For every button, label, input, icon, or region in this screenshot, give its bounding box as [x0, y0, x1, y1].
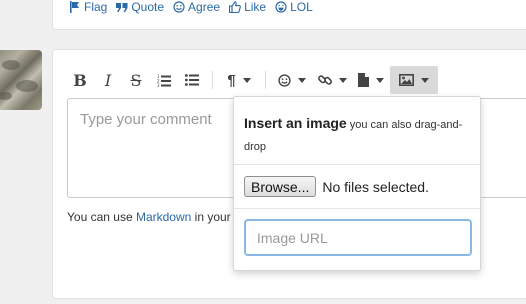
paragraph-dropdown[interactable]: ¶ — [219, 66, 259, 94]
emoji-dropdown[interactable] — [272, 66, 312, 94]
flag-label: Flag — [84, 0, 108, 14]
editor-toolbar: B I S 123 ¶ — [66, 66, 438, 94]
popup-header: Insert an image you can also drag-and-dr… — [244, 112, 472, 158]
image-icon — [399, 74, 414, 86]
bullet-list-icon — [185, 74, 199, 86]
file-icon — [358, 73, 369, 87]
file-dropdown[interactable] — [352, 66, 390, 94]
lol-label: LOL — [290, 0, 313, 14]
image-dropdown[interactable] — [390, 66, 438, 94]
divider — [234, 164, 480, 165]
flag-button[interactable]: Flag — [69, 0, 107, 14]
quote-icon — [116, 3, 128, 12]
chevron-down-icon — [298, 77, 306, 83]
markdown-note-prefix: You can use — [67, 210, 136, 224]
chevron-down-icon — [338, 77, 347, 83]
lol-button[interactable]: LOL — [275, 0, 313, 14]
paragraph-icon: ¶ — [227, 71, 236, 89]
italic-button[interactable]: I — [94, 66, 122, 94]
laugh-icon — [275, 1, 287, 13]
chevron-down-icon — [376, 77, 384, 83]
link-icon — [317, 75, 332, 85]
toolbar-divider — [212, 71, 213, 89]
image-url-input[interactable] — [244, 219, 472, 256]
popup-title: Insert an image — [244, 115, 347, 131]
numbered-list-icon: 123 — [157, 74, 171, 87]
flag-icon — [70, 1, 79, 13]
chevron-down-icon — [421, 77, 429, 83]
insert-image-popup: Insert an image you can also drag-and-dr… — [233, 96, 481, 271]
link-dropdown[interactable] — [312, 66, 352, 94]
thumbs-up-icon — [229, 1, 241, 13]
bold-button[interactable]: B — [66, 66, 94, 94]
smile-icon — [173, 1, 185, 13]
markdown-note: You can use Markdown in your p — [67, 210, 241, 224]
markdown-link[interactable]: Markdown — [136, 210, 191, 224]
quote-button[interactable]: Quote — [116, 0, 164, 14]
reaction-bar: Flag Quote Agree Like LOL — [69, 0, 322, 14]
avatar — [0, 50, 42, 110]
toolbar-divider — [265, 71, 266, 89]
divider — [234, 208, 480, 209]
strikethrough-button[interactable]: S — [122, 66, 150, 94]
like-button[interactable]: Like — [229, 0, 266, 14]
comment-placeholder: Type your comment — [80, 111, 212, 128]
like-label: Like — [244, 0, 267, 14]
quote-label: Quote — [131, 0, 165, 14]
numbered-list-button[interactable]: 123 — [150, 66, 178, 94]
bullet-list-button[interactable] — [178, 66, 206, 94]
file-picker: Browse... No files selected. — [244, 176, 429, 197]
smile-icon — [278, 73, 291, 87]
file-status: No files selected. — [322, 178, 429, 195]
browse-button[interactable]: Browse... — [244, 176, 317, 197]
agree-button[interactable]: Agree — [173, 0, 220, 14]
chevron-down-icon — [242, 77, 251, 83]
agree-label: Agree — [188, 0, 221, 14]
svg-text:3: 3 — [157, 83, 160, 87]
